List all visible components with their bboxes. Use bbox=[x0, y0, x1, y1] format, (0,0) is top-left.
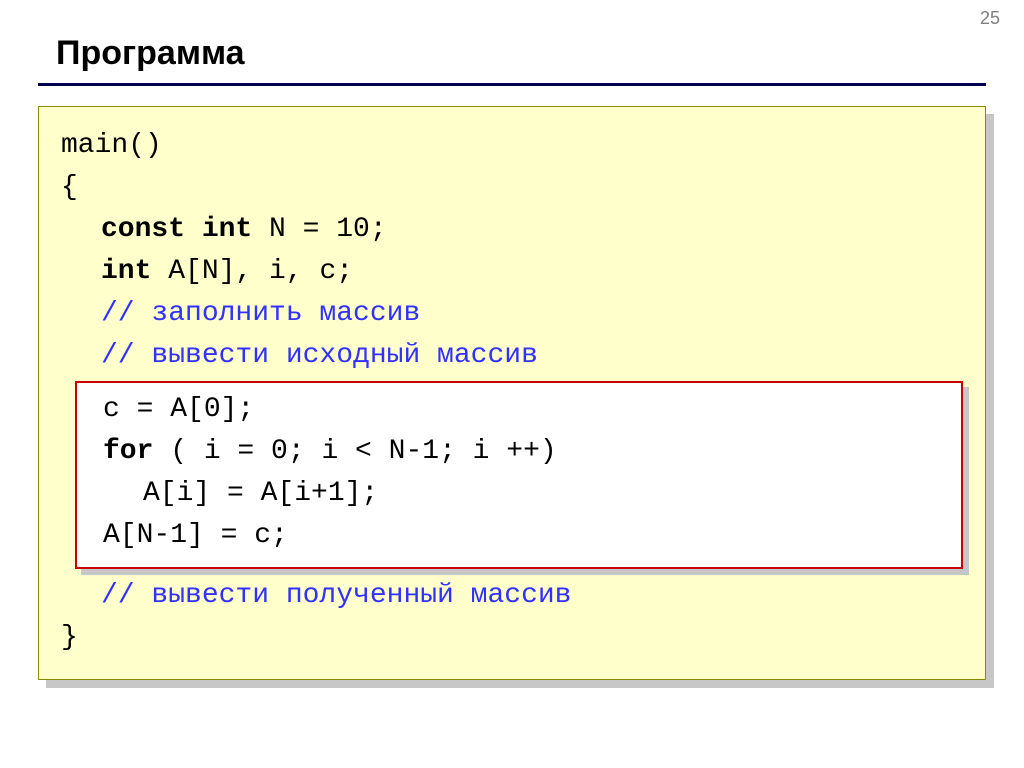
code-block: main() { const int N = 10; int A[N], i, … bbox=[38, 106, 986, 680]
highlight-box-wrapper: c = A[0]; for ( i = 0; i < N-1; i ++) A[… bbox=[75, 381, 963, 569]
code-comment: // вывести полученный массив bbox=[61, 575, 963, 617]
code-comment: // заполнить массив bbox=[61, 293, 963, 335]
keyword: for bbox=[103, 436, 153, 467]
code-line: const int N = 10; bbox=[61, 209, 963, 251]
code-line: main() bbox=[61, 125, 963, 167]
code-text: A[N], i, c; bbox=[151, 256, 353, 287]
title-divider bbox=[38, 83, 986, 86]
code-line: A[i] = A[i+1]; bbox=[91, 473, 947, 515]
slide-title: Программа bbox=[56, 34, 986, 73]
code-block-wrapper: main() { const int N = 10; int A[N], i, … bbox=[38, 106, 986, 680]
code-comment: // вывести исходный массив bbox=[61, 335, 963, 377]
keyword: int bbox=[101, 256, 151, 287]
code-line: { bbox=[61, 167, 963, 209]
code-line: } bbox=[61, 617, 963, 659]
code-text: N = 10; bbox=[252, 214, 386, 245]
code-line: c = A[0]; bbox=[91, 389, 947, 431]
slide: 25 Программа main() { const int N = 10; … bbox=[0, 0, 1024, 768]
page-number: 25 bbox=[980, 8, 1000, 29]
highlight-box: c = A[0]; for ( i = 0; i < N-1; i ++) A[… bbox=[75, 381, 963, 569]
code-line: A[N-1] = c; bbox=[91, 515, 947, 557]
code-text: ( i = 0; i < N-1; i ++) bbox=[153, 436, 556, 467]
code-line: for ( i = 0; i < N-1; i ++) bbox=[91, 431, 947, 473]
code-line: int A[N], i, c; bbox=[61, 251, 963, 293]
keyword: const int bbox=[101, 214, 252, 245]
